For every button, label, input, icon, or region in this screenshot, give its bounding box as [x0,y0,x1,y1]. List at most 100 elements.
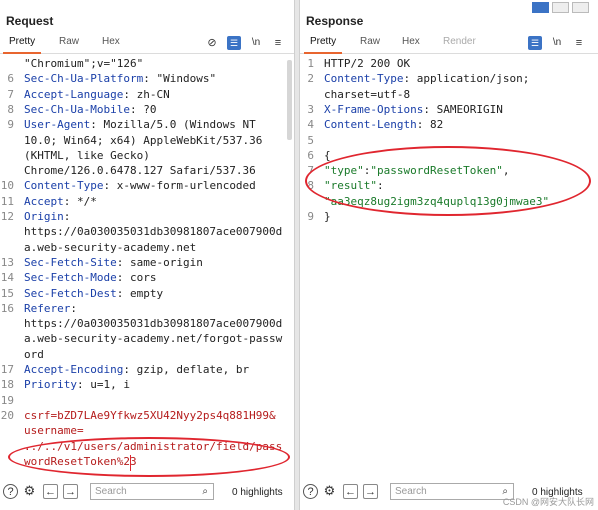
code-key: Referer [24,301,71,315]
code-line: (KHTML, like Gecko) [24,148,150,163]
eye-off-icon[interactable]: ⊘ [205,36,219,50]
line-number: 8 [7,102,14,116]
code-line: Priority: u=1, i [24,377,130,392]
code-value: : empty [116,286,164,300]
code-key: Accept-Encoding [24,363,124,376]
response-search-input[interactable]: Search ⌕ [390,483,514,500]
line-number: 16 [0,301,14,315]
code-line: "Chromium";v="126" [24,56,143,71]
annotation-ellipse-response [305,146,591,216]
newline-icon[interactable]: \n [249,36,263,50]
menu-icon[interactable]: ≡ [572,36,586,50]
line-number: 11 [0,194,14,208]
forward-arrow-icon[interactable]: → [363,484,378,499]
code-key: Content-Type [324,72,404,86]
line-number: 5 [307,133,314,147]
settings-gear-icon[interactable]: ⚙ [322,484,337,499]
code-key: Sec-Ch-Ua-Platform [24,72,144,86]
code-key: Sec-Fetch-Dest [24,286,117,300]
code-key: Sec-Fetch-Mode [24,271,117,285]
tab-pretty[interactable]: Pretty [303,36,343,54]
code-value: 10.0; Win64; x64) AppleWebKit/537.36 [24,133,263,147]
list-icon[interactable]: ☰ [528,36,542,50]
code-value: : cors [116,271,157,285]
code-value: : u=1, i [76,378,130,392]
line-number: 19 [0,393,14,407]
tab-render[interactable]: Render [443,36,476,47]
response-panel: Response Pretty Raw Hex Render ☰ \n ≡ 1H… [300,0,598,510]
request-panel: Request Pretty Raw Hex ⊘ ☰ \n ≡ "Chromiu… [0,0,294,510]
code-key: X-Frame-Options [324,102,424,116]
code-value: https://0a030035031db30981807ace007900d [24,317,283,331]
code-line: Accept: */* [24,194,97,209]
code-line: a.web-security-academy.net [24,240,196,255]
code-key: Accept-Language [24,87,124,101]
line-number: 20 [0,408,14,422]
list-icon[interactable]: ☰ [227,36,241,50]
layout-split-icon[interactable] [532,2,549,13]
code-key: User-Agent [24,118,91,132]
help-icon[interactable]: ? [303,484,318,499]
search-icon[interactable]: ⌕ [202,484,208,499]
tab-pretty[interactable]: Pretty [2,36,42,54]
layout-horizontal-icon[interactable] [552,2,569,13]
code-line: ord [24,347,44,362]
settings-gear-icon[interactable]: ⚙ [22,484,37,499]
response-title: Response [306,14,364,28]
response-search-placeholder: Search [395,486,427,497]
code-key: csrf [24,408,51,422]
request-scrollbar[interactable] [287,60,292,140]
code-line: Referer: [24,301,77,316]
line-number: 17 [0,363,14,376]
code-line: username= [24,423,84,438]
request-tabs: Pretty Raw Hex ⊘ ☰ \n ≡ [0,33,294,54]
code-key: Origin [24,210,64,223]
code-line: Content-Length: 82 [324,117,443,132]
code-value: (KHTML, like Gecko) [24,148,150,162]
code-key: Content-Length [324,118,417,132]
code-key: Sec-Fetch-Site [24,255,117,269]
code-value: : SAMEORIGIN [423,102,503,116]
tab-hex[interactable]: Hex [402,36,420,47]
code-line: } [324,209,331,224]
back-arrow-icon[interactable]: ← [343,484,358,499]
back-arrow-icon[interactable]: ← [43,484,58,499]
code-line: Origin: [24,209,70,224]
layout-vertical-icon[interactable] [572,2,589,13]
code-value: Chrome/126.0.6478.127 Safari/537.36 [24,164,256,178]
code-key: Sec-Ch-Ua-Mobile [24,102,130,116]
watermark: CSDN @网安大队长网 [502,497,594,507]
code-line: Sec-Fetch-Mode: cors [24,270,156,285]
code-line: Sec-Ch-Ua-Mobile: ?0 [24,102,156,117]
code-line: csrf=bZD7LAe9Yfkwz5XU42Nyy2ps4q881H99& [24,408,276,423]
line-number: 13 [0,255,14,269]
code-line: Content-Type: application/json; [324,71,529,86]
line-number: 2 [307,72,314,86]
layout-toggle [532,2,592,14]
menu-icon[interactable]: ≡ [271,36,285,50]
code-line: Chrome/126.0.6478.127 Safari/537.36 [24,163,256,178]
code-value: { [324,148,331,162]
code-line: Content-Type: x-www-form-urlencoded [24,178,256,193]
code-line: Sec-Fetch-Site: same-origin [24,255,203,270]
tab-raw[interactable]: Raw [59,36,79,47]
code-value: : ?0 [129,102,157,116]
response-tabs: Pretty Raw Hex Render ☰ \n ≡ [300,33,598,54]
code-value: } [324,210,331,223]
code-value: : 82 [416,118,444,132]
forward-arrow-icon[interactable]: → [63,484,78,499]
newline-icon[interactable]: \n [550,36,564,50]
code-value: charset=utf-8 [324,87,411,101]
tab-raw[interactable]: Raw [360,36,380,47]
request-search-input[interactable]: Search ⌕ [90,483,214,500]
annotation-ellipse-request [8,437,290,477]
code-value: : gzip, deflate, br [123,363,250,376]
code-value: : same-origin [116,255,203,269]
line-number: 18 [0,378,14,392]
code-key: username [24,424,77,438]
code-line: Sec-Ch-Ua-Platform: "Windows" [24,71,216,86]
code-value: : x-www-form-urlencoded [103,179,256,193]
help-icon[interactable]: ? [3,484,18,499]
code-value: = [76,424,84,438]
tab-hex[interactable]: Hex [102,36,120,47]
